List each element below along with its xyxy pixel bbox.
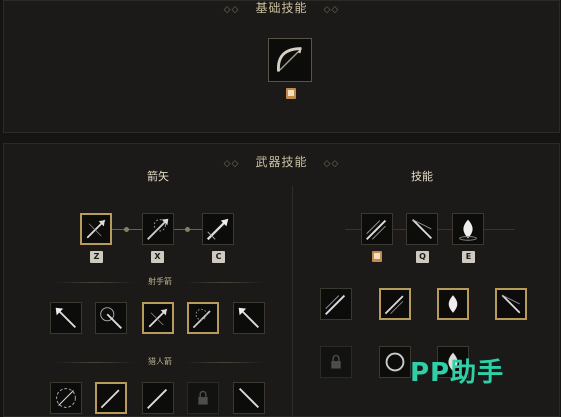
archer-arrow-slot-2[interactable] — [95, 302, 127, 334]
arrows-header: 箭矢 — [147, 170, 169, 183]
hunter-arrow-slot-1[interactable] — [50, 382, 82, 414]
scatter-arrow-icon — [148, 308, 168, 328]
spread-arrow-icon — [411, 218, 433, 240]
lock-icon — [331, 354, 341, 369]
spear-arrow-icon — [147, 388, 168, 409]
archer-arrow-slot-3[interactable] — [142, 302, 174, 334]
burst-arrow-icon — [56, 388, 76, 408]
weapon-skills-title-text: 武器技能 — [255, 155, 308, 169]
multi-arrow-icon — [325, 294, 346, 315]
hunter-divider-left — [55, 362, 135, 363]
watermark-logo: PP助手 — [410, 358, 505, 388]
fire-flame-icon — [385, 352, 405, 372]
bow-icon — [277, 47, 302, 72]
hunter-divider-right — [185, 362, 265, 363]
multi-arrow-icon — [384, 295, 404, 315]
hunter-arrow-slot-2[interactable] — [95, 382, 127, 414]
burst-arrow-icon — [147, 218, 169, 240]
hunter-arrow-slot-4[interactable] — [187, 382, 219, 414]
key-label-q: Q — [416, 251, 429, 263]
key-label-x: X — [151, 251, 164, 263]
burst-arrow-icon — [192, 308, 211, 329]
skill-slot-e[interactable] — [452, 213, 484, 245]
key-label-c: C — [212, 251, 225, 263]
weapon-skills-title: ◇◇ 武器技能 ◇◇ — [223, 155, 340, 169]
arrow-slot-x[interactable] — [142, 213, 174, 245]
scatter-arrow-icon — [86, 219, 106, 239]
skill-pool-slot-6[interactable] — [379, 346, 411, 378]
basic-skills-title: ◇◇ 基础技能 ◇◇ — [223, 1, 340, 15]
skill-pool-slot-5[interactable] — [320, 346, 352, 378]
burst-arrow-icon — [100, 307, 122, 329]
archer-divider-left — [55, 282, 135, 283]
archer-divider-right — [185, 282, 265, 283]
spear-arrow-icon — [206, 218, 229, 241]
hunter-arrow-slot-3[interactable] — [142, 382, 174, 414]
arrow-slot-z[interactable] — [80, 213, 112, 245]
spread-arrow-icon — [55, 307, 77, 329]
column-divider — [292, 186, 293, 416]
basic-bow-skill-slot[interactable] — [268, 38, 312, 82]
fire-flame-icon — [459, 219, 477, 241]
key-label-e: E — [462, 251, 475, 263]
arrow-slot-c[interactable] — [202, 213, 234, 245]
spear-arrow-icon — [100, 389, 120, 409]
key-label-z: Z — [90, 251, 103, 263]
fire-flame-icon — [448, 295, 458, 313]
archer-arrow-slot-5[interactable] — [233, 302, 265, 334]
archer-subheader: 射手箭 — [148, 277, 172, 286]
lock-icon — [198, 390, 208, 405]
skillbook-icon — [372, 251, 382, 262]
spread-arrow-icon — [238, 307, 260, 329]
hook-arrow-icon — [238, 387, 260, 409]
archer-arrow-slot-4[interactable] — [187, 302, 219, 334]
basic-skills-panel: ◇◇ 基础技能 ◇◇ — [3, 0, 560, 133]
skill-pool-slot-1[interactable] — [320, 288, 352, 320]
multi-arrow-icon — [366, 219, 387, 240]
hunter-arrow-slot-5[interactable] — [233, 382, 265, 414]
spread-arrow-icon — [501, 294, 521, 314]
hunter-subheader: 猎人箭 — [148, 357, 172, 366]
skill-pool-slot-4[interactable] — [495, 288, 527, 320]
connector-node — [124, 227, 129, 232]
skill-slot-passive[interactable] — [361, 213, 393, 245]
skillbook-icon — [286, 88, 296, 99]
skill-pool-slot-2[interactable] — [379, 288, 411, 320]
basic-skills-title-text: 基础技能 — [255, 1, 308, 15]
connector-node — [185, 227, 190, 232]
archer-arrow-slot-1[interactable] — [50, 302, 82, 334]
skill-pool-slot-3[interactable] — [437, 288, 469, 320]
skills-header: 技能 — [411, 170, 433, 183]
skill-slot-q[interactable] — [406, 213, 438, 245]
